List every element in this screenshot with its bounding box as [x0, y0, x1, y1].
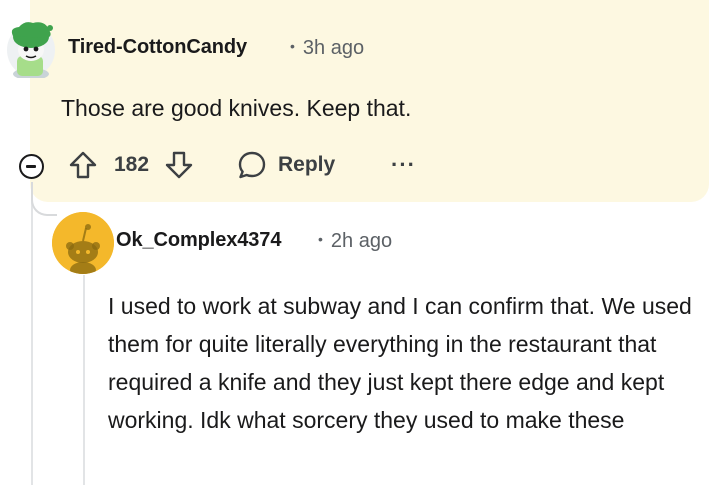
thread-elbow — [31, 182, 57, 216]
comment-timestamp[interactable]: 3h ago — [303, 37, 364, 59]
thread-line[interactable] — [31, 182, 33, 485]
comment-bubble-icon — [238, 151, 266, 179]
comment-author[interactable]: Tired-CottonCandy — [68, 36, 247, 59]
reply-thread-line[interactable] — [83, 275, 85, 485]
downvote-button[interactable] — [164, 150, 194, 180]
vote-score: 182 — [114, 153, 150, 176]
reply-author[interactable]: Ok_Complex4374 — [116, 229, 281, 252]
meta-dot: • — [318, 231, 323, 247]
downvote-icon — [165, 151, 193, 179]
upvote-icon — [69, 151, 97, 179]
comment-body: Those are good knives. Keep that. — [61, 95, 412, 121]
reply-label: Reply — [278, 153, 336, 176]
avatar[interactable] — [5, 20, 57, 80]
comment-meta: • 3h ago — [290, 37, 364, 60]
collapse-thread-button[interactable] — [19, 154, 44, 179]
upvote-button[interactable] — [68, 150, 98, 180]
reply-button[interactable]: Reply — [236, 149, 335, 181]
comment-action-bar: 182 Reply ··· — [0, 145, 709, 185]
more-options-button[interactable]: ··· — [391, 152, 416, 178]
reply-meta: • 2h ago — [318, 230, 392, 253]
reply-body: I used to work at subway and I can confi… — [108, 293, 692, 433]
meta-dot: • — [290, 38, 295, 54]
reply-timestamp[interactable]: 2h ago — [331, 230, 392, 252]
reply-avatar[interactable] — [52, 212, 114, 274]
